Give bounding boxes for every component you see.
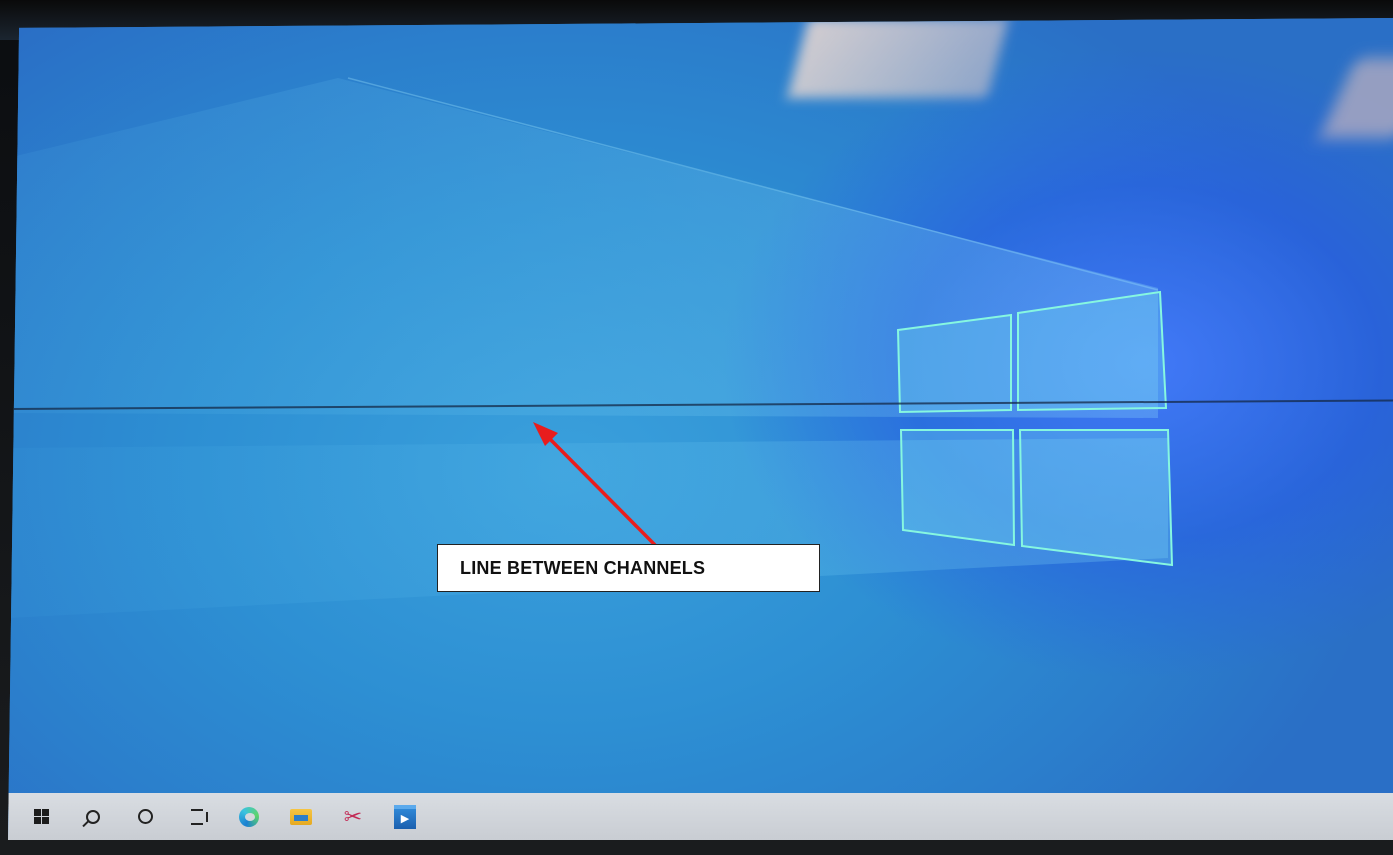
- windows-logo-pane-top-right: [1017, 290, 1168, 412]
- windows-logo-pane-bottom-right: [1018, 429, 1174, 567]
- taskbar: ✂ ▶: [8, 793, 1393, 840]
- monitor-photo: ✂ ▶ LINE BETWEEN CHANNELS: [0, 0, 1393, 855]
- annotation-label: LINE BETWEEN CHANNELS: [437, 544, 820, 592]
- file-explorer-icon[interactable]: [276, 797, 326, 837]
- windows-start-icon[interactable]: [16, 797, 66, 837]
- desktop-screen: ✂ ▶: [8, 18, 1393, 840]
- edge-browser-icon[interactable]: [224, 797, 274, 837]
- windows-logo-pane-bottom-left: [899, 429, 1016, 547]
- search-icon[interactable]: [68, 797, 118, 837]
- media-player-icon[interactable]: ▶: [380, 797, 430, 837]
- windows-logo-pane-top-left: [896, 313, 1012, 414]
- cortana-icon[interactable]: [120, 797, 170, 837]
- windows-logo: [896, 290, 1174, 567]
- snipping-tool-icon[interactable]: ✂: [328, 797, 378, 837]
- task-view-icon[interactable]: [172, 797, 222, 837]
